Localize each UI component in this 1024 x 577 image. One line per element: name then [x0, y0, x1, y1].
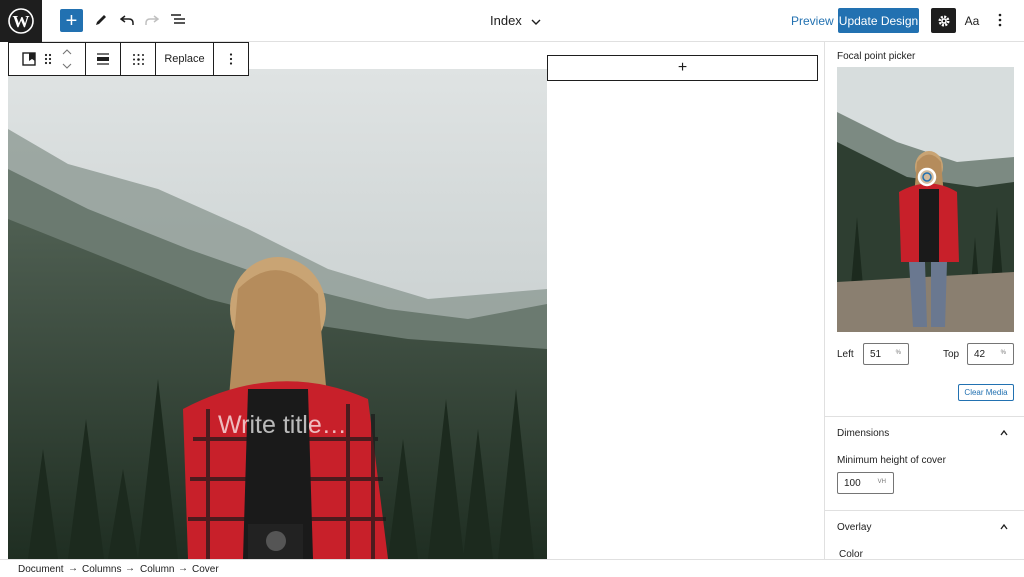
- block-appender-button[interactable]: +: [547, 55, 818, 81]
- tools-button[interactable]: [92, 11, 110, 29]
- gear-icon: [938, 15, 949, 26]
- plus-icon: +: [65, 9, 78, 32]
- focal-point-handle: [917, 167, 937, 187]
- editor-header: W + Index Preview Update Design Aa: [0, 0, 1024, 42]
- list-view-icon: [171, 14, 185, 24]
- undo-button[interactable]: [118, 11, 136, 29]
- cover-block-icon[interactable]: [22, 52, 36, 66]
- content-position-button[interactable]: [121, 43, 156, 75]
- focal-top-input[interactable]: 42 %: [967, 343, 1014, 365]
- arrow-right-icon: →: [125, 563, 135, 574]
- svg-text:W: W: [13, 12, 30, 31]
- redo-button[interactable]: [143, 11, 161, 29]
- cover-title-placeholder[interactable]: Write title…: [218, 411, 347, 440]
- clear-media-button[interactable]: Clear Media: [958, 384, 1014, 401]
- document-title: Index: [490, 13, 522, 28]
- overlay-title[interactable]: Overlay: [837, 522, 871, 533]
- preview-button[interactable]: Preview: [791, 14, 834, 28]
- more-vertical-icon: [229, 53, 233, 65]
- plus-icon: +: [677, 59, 688, 76]
- focal-left-input[interactable]: 51 %: [863, 343, 909, 365]
- block-options-button[interactable]: [214, 43, 248, 75]
- undo-icon: [120, 15, 134, 25]
- breadcrumb-columns[interactable]: Columns: [82, 564, 121, 575]
- breadcrumb: Document → Columns → Column → Cover: [0, 559, 1024, 577]
- wordpress-icon: W: [8, 8, 34, 34]
- dimensions-title[interactable]: Dimensions: [837, 428, 889, 439]
- more-vertical-icon: [998, 13, 1002, 27]
- chevron-up-icon[interactable]: [1000, 523, 1008, 531]
- move-up-down-icon[interactable]: [62, 48, 72, 70]
- color-label: Color: [839, 549, 863, 559]
- arrow-right-icon: →: [68, 563, 78, 574]
- editor-canvas: Write title… +: [0, 42, 824, 559]
- styles-button[interactable]: Aa: [962, 12, 982, 30]
- divider: [825, 510, 1024, 511]
- breadcrumb-column[interactable]: Column: [140, 564, 174, 575]
- update-design-button[interactable]: Update Design: [838, 8, 919, 33]
- pencil-icon: [96, 15, 106, 25]
- chevron-up-icon[interactable]: [1000, 429, 1008, 437]
- vh-unit: VH: [877, 479, 886, 485]
- breadcrumb-document[interactable]: Document: [18, 564, 64, 575]
- align-button[interactable]: [86, 43, 121, 75]
- focal-point-image: [837, 67, 1014, 332]
- chevron-down-icon: [531, 19, 541, 25]
- cover-image: [8, 69, 547, 559]
- position-grid-icon: [132, 53, 144, 65]
- block-toolbar: Replace: [8, 42, 249, 76]
- focal-top-value: 42: [974, 348, 986, 360]
- align-wide-icon: [97, 53, 109, 65]
- left-label: Left: [837, 349, 854, 360]
- min-height-input[interactable]: 100 VH: [837, 472, 894, 494]
- list-view-button[interactable]: [169, 11, 187, 29]
- cover-block[interactable]: Write title…: [8, 69, 547, 559]
- top-label: Top: [943, 349, 960, 360]
- document-title-button[interactable]: Index: [490, 13, 541, 28]
- block-switcher-group: [9, 43, 86, 75]
- focal-point-label: Focal point picker: [837, 51, 916, 62]
- focal-left-value: 51: [870, 348, 882, 360]
- wordpress-logo[interactable]: W: [0, 0, 42, 42]
- replace-button[interactable]: Replace: [156, 43, 214, 75]
- settings-sidebar: Focal point picker Left 51 % Top 42 % Cl…: [824, 42, 1024, 559]
- min-height-label: Minimum height of cover: [837, 455, 946, 466]
- options-button[interactable]: [993, 11, 1007, 29]
- divider: [825, 416, 1024, 417]
- arrow-right-icon: →: [178, 563, 188, 574]
- min-height-value: 100: [844, 477, 861, 489]
- percent-unit: %: [1000, 350, 1006, 356]
- focal-point-picker[interactable]: [837, 67, 1014, 332]
- percent-unit: %: [895, 350, 901, 356]
- add-block-button[interactable]: +: [60, 9, 83, 32]
- redo-icon: [145, 15, 159, 25]
- breadcrumb-cover[interactable]: Cover: [192, 564, 219, 575]
- drag-handle-icon[interactable]: [44, 53, 52, 65]
- settings-button[interactable]: [931, 8, 956, 33]
